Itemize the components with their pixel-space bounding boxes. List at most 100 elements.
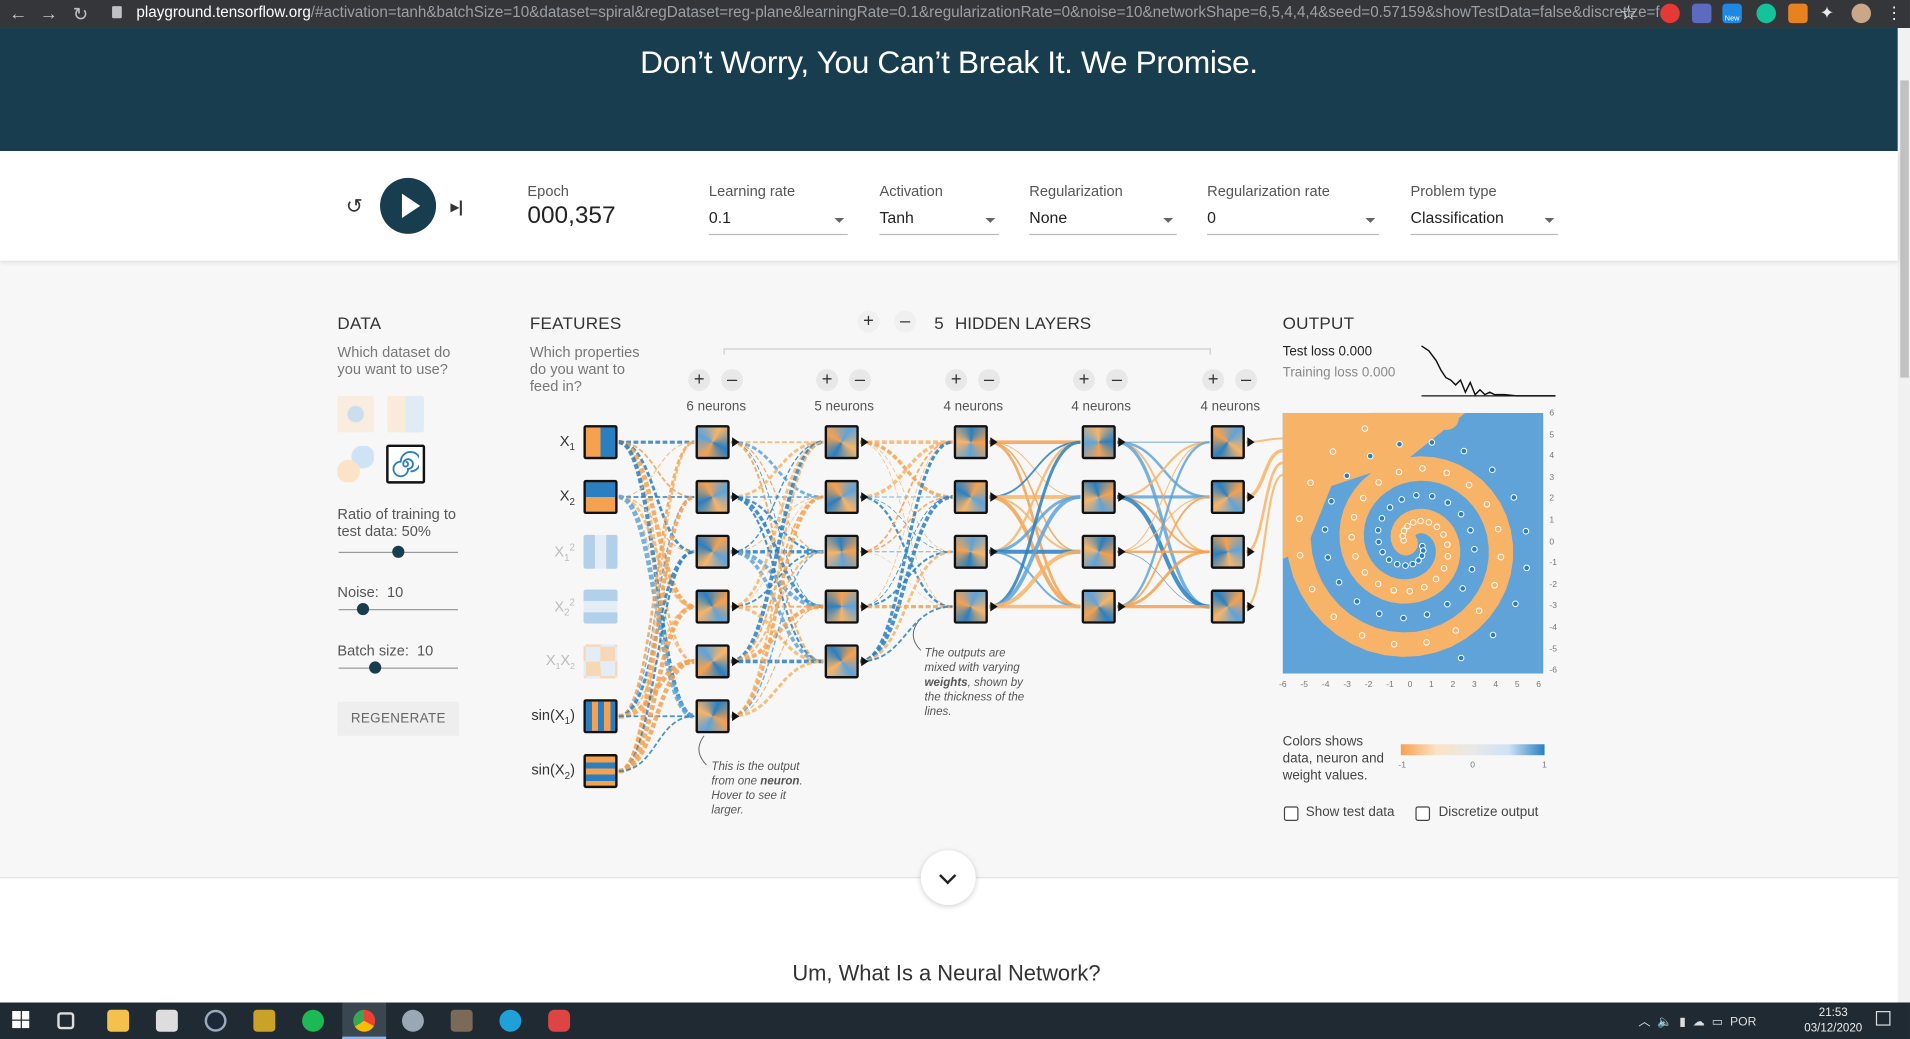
hidden-neuron[interactable] xyxy=(824,425,859,460)
task-view-icon[interactable] xyxy=(57,1012,75,1030)
hidden-neuron[interactable] xyxy=(824,534,859,569)
color-scale-bar xyxy=(1400,744,1545,756)
hidden-neuron[interactable] xyxy=(953,589,988,624)
weight-link[interactable] xyxy=(730,441,824,718)
hidden-neuron[interactable] xyxy=(1210,479,1245,515)
hidden-neuron[interactable] xyxy=(1081,425,1116,460)
data-point xyxy=(1366,452,1374,460)
edge-icon[interactable] xyxy=(499,1009,522,1032)
hidden-neuron[interactable] xyxy=(1081,534,1116,569)
volume-icon[interactable]: 🔈 xyxy=(1657,1016,1672,1029)
layer-4-add-neuron[interactable]: + xyxy=(1073,369,1096,392)
hidden-neuron[interactable] xyxy=(695,644,730,679)
data-point xyxy=(1433,523,1441,531)
spotify-icon[interactable] xyxy=(302,1009,325,1032)
note-bold: weights xyxy=(924,676,968,690)
hidden-neuron[interactable] xyxy=(953,534,988,569)
hidden-neuron[interactable] xyxy=(1210,425,1245,460)
data-point xyxy=(1296,552,1304,559)
weight-link[interactable] xyxy=(618,440,695,719)
discord-icon[interactable] xyxy=(548,1009,571,1032)
taskbar-clock[interactable]: 21:53 03/12/2020 xyxy=(1797,1005,1870,1037)
microphone-icon[interactable]: ▮ xyxy=(1679,1016,1686,1029)
hidden-neuron[interactable] xyxy=(824,479,859,515)
weight-link[interactable] xyxy=(730,606,824,717)
show-test-data-label[interactable]: Show test data xyxy=(1306,805,1395,820)
x-tick-label: -1 xyxy=(1386,680,1394,690)
layer-5-add-neuron[interactable]: + xyxy=(1202,369,1225,392)
file-explorer-icon[interactable] xyxy=(107,1009,130,1032)
weight-link[interactable] xyxy=(989,549,1081,609)
hidden-neuron[interactable] xyxy=(695,534,730,569)
feature-node-x1-squared[interactable] xyxy=(583,534,618,569)
hidden-neuron[interactable] xyxy=(953,425,988,460)
hidden-neuron[interactable] xyxy=(1210,534,1245,569)
app-icon[interactable] xyxy=(155,1009,178,1032)
hidden-neuron[interactable] xyxy=(695,425,730,460)
feature-node-sin-x2[interactable] xyxy=(583,754,618,789)
data-point xyxy=(1379,548,1386,556)
plus-icon: + xyxy=(1078,369,1090,390)
data-point xyxy=(1358,632,1366,639)
feature-node-sin-x1[interactable] xyxy=(583,699,618,734)
cloud-icon[interactable]: ☁ xyxy=(1693,1016,1705,1029)
feature-node-x1x2[interactable] xyxy=(583,644,618,679)
app-icon[interactable] xyxy=(401,1009,424,1032)
hidden-neuron[interactable] xyxy=(695,479,730,515)
weight-link[interactable] xyxy=(859,496,953,608)
weight-link[interactable] xyxy=(730,496,824,607)
weight-link[interactable] xyxy=(618,440,695,718)
data-point xyxy=(1400,614,1407,622)
feature-node-x1[interactable] xyxy=(583,425,618,460)
feature-node-x2[interactable] xyxy=(583,479,618,515)
hidden-neuron[interactable] xyxy=(953,479,988,515)
neuron-output-arrow xyxy=(1247,546,1255,557)
data-point xyxy=(1444,600,1451,608)
hidden-neuron[interactable] xyxy=(1081,479,1116,515)
hidden-neuron[interactable] xyxy=(1081,589,1116,624)
discretize-output-label[interactable]: Discretize output xyxy=(1439,805,1539,820)
output-decision-boundary[interactable] xyxy=(1282,412,1544,674)
hidden-neuron[interactable] xyxy=(824,644,859,679)
weight-link[interactable] xyxy=(859,495,953,664)
lang-indicator[interactable]: POR xyxy=(1730,1016,1756,1029)
x-tick-label: -2 xyxy=(1364,680,1373,690)
weight-link[interactable] xyxy=(1245,448,1284,499)
windows-start-icon[interactable] xyxy=(12,1011,30,1029)
weight-link[interactable] xyxy=(618,494,695,774)
chevron-up-icon[interactable]: ︿ xyxy=(1638,1016,1650,1029)
league-icon[interactable] xyxy=(253,1009,276,1032)
show-test-data-checkbox[interactable] xyxy=(1283,806,1299,821)
layer-2-add-neuron[interactable]: + xyxy=(816,369,839,392)
neuron-output-arrow xyxy=(732,711,740,722)
discretize-output-checkbox[interactable] xyxy=(1415,806,1431,821)
weight-link[interactable] xyxy=(1116,441,1210,499)
weight-link[interactable] xyxy=(730,441,824,553)
weight-link[interactable] xyxy=(859,550,953,663)
layer-1-remove-neuron[interactable]: – xyxy=(721,369,744,392)
weight-link[interactable] xyxy=(859,441,953,553)
hidden-neuron[interactable] xyxy=(695,699,730,734)
hidden-neuron[interactable] xyxy=(695,589,730,624)
feature-node-x2-squared[interactable] xyxy=(583,589,618,624)
layer-3-add-neuron[interactable]: + xyxy=(945,369,968,392)
chrome-icon[interactable] xyxy=(353,1009,376,1032)
scroll-down-button[interactable] xyxy=(920,850,976,906)
notifications-icon[interactable] xyxy=(1875,1011,1891,1026)
hidden-neuron[interactable] xyxy=(824,589,859,624)
y-tick-label: -1 xyxy=(1549,559,1558,568)
steam-icon[interactable] xyxy=(204,1009,227,1032)
layer-3-remove-neuron[interactable]: – xyxy=(978,369,1001,392)
weight-link[interactable] xyxy=(1116,550,1210,609)
layer-4-remove-neuron[interactable]: – xyxy=(1106,369,1128,392)
x-tick-label: -6 xyxy=(1279,680,1287,690)
hidden-neuron[interactable] xyxy=(1210,589,1245,624)
weight-link[interactable] xyxy=(989,441,1081,498)
game-icon[interactable] xyxy=(450,1009,473,1032)
layer-1-add-neuron[interactable]: + xyxy=(688,369,711,392)
layer-2-remove-neuron[interactable]: – xyxy=(849,369,871,392)
weight-link[interactable] xyxy=(1116,440,1210,608)
network-icon[interactable]: ▭ xyxy=(1712,1016,1724,1029)
weight-link[interactable] xyxy=(618,441,695,773)
layer-5-remove-neuron[interactable]: – xyxy=(1235,369,1258,392)
